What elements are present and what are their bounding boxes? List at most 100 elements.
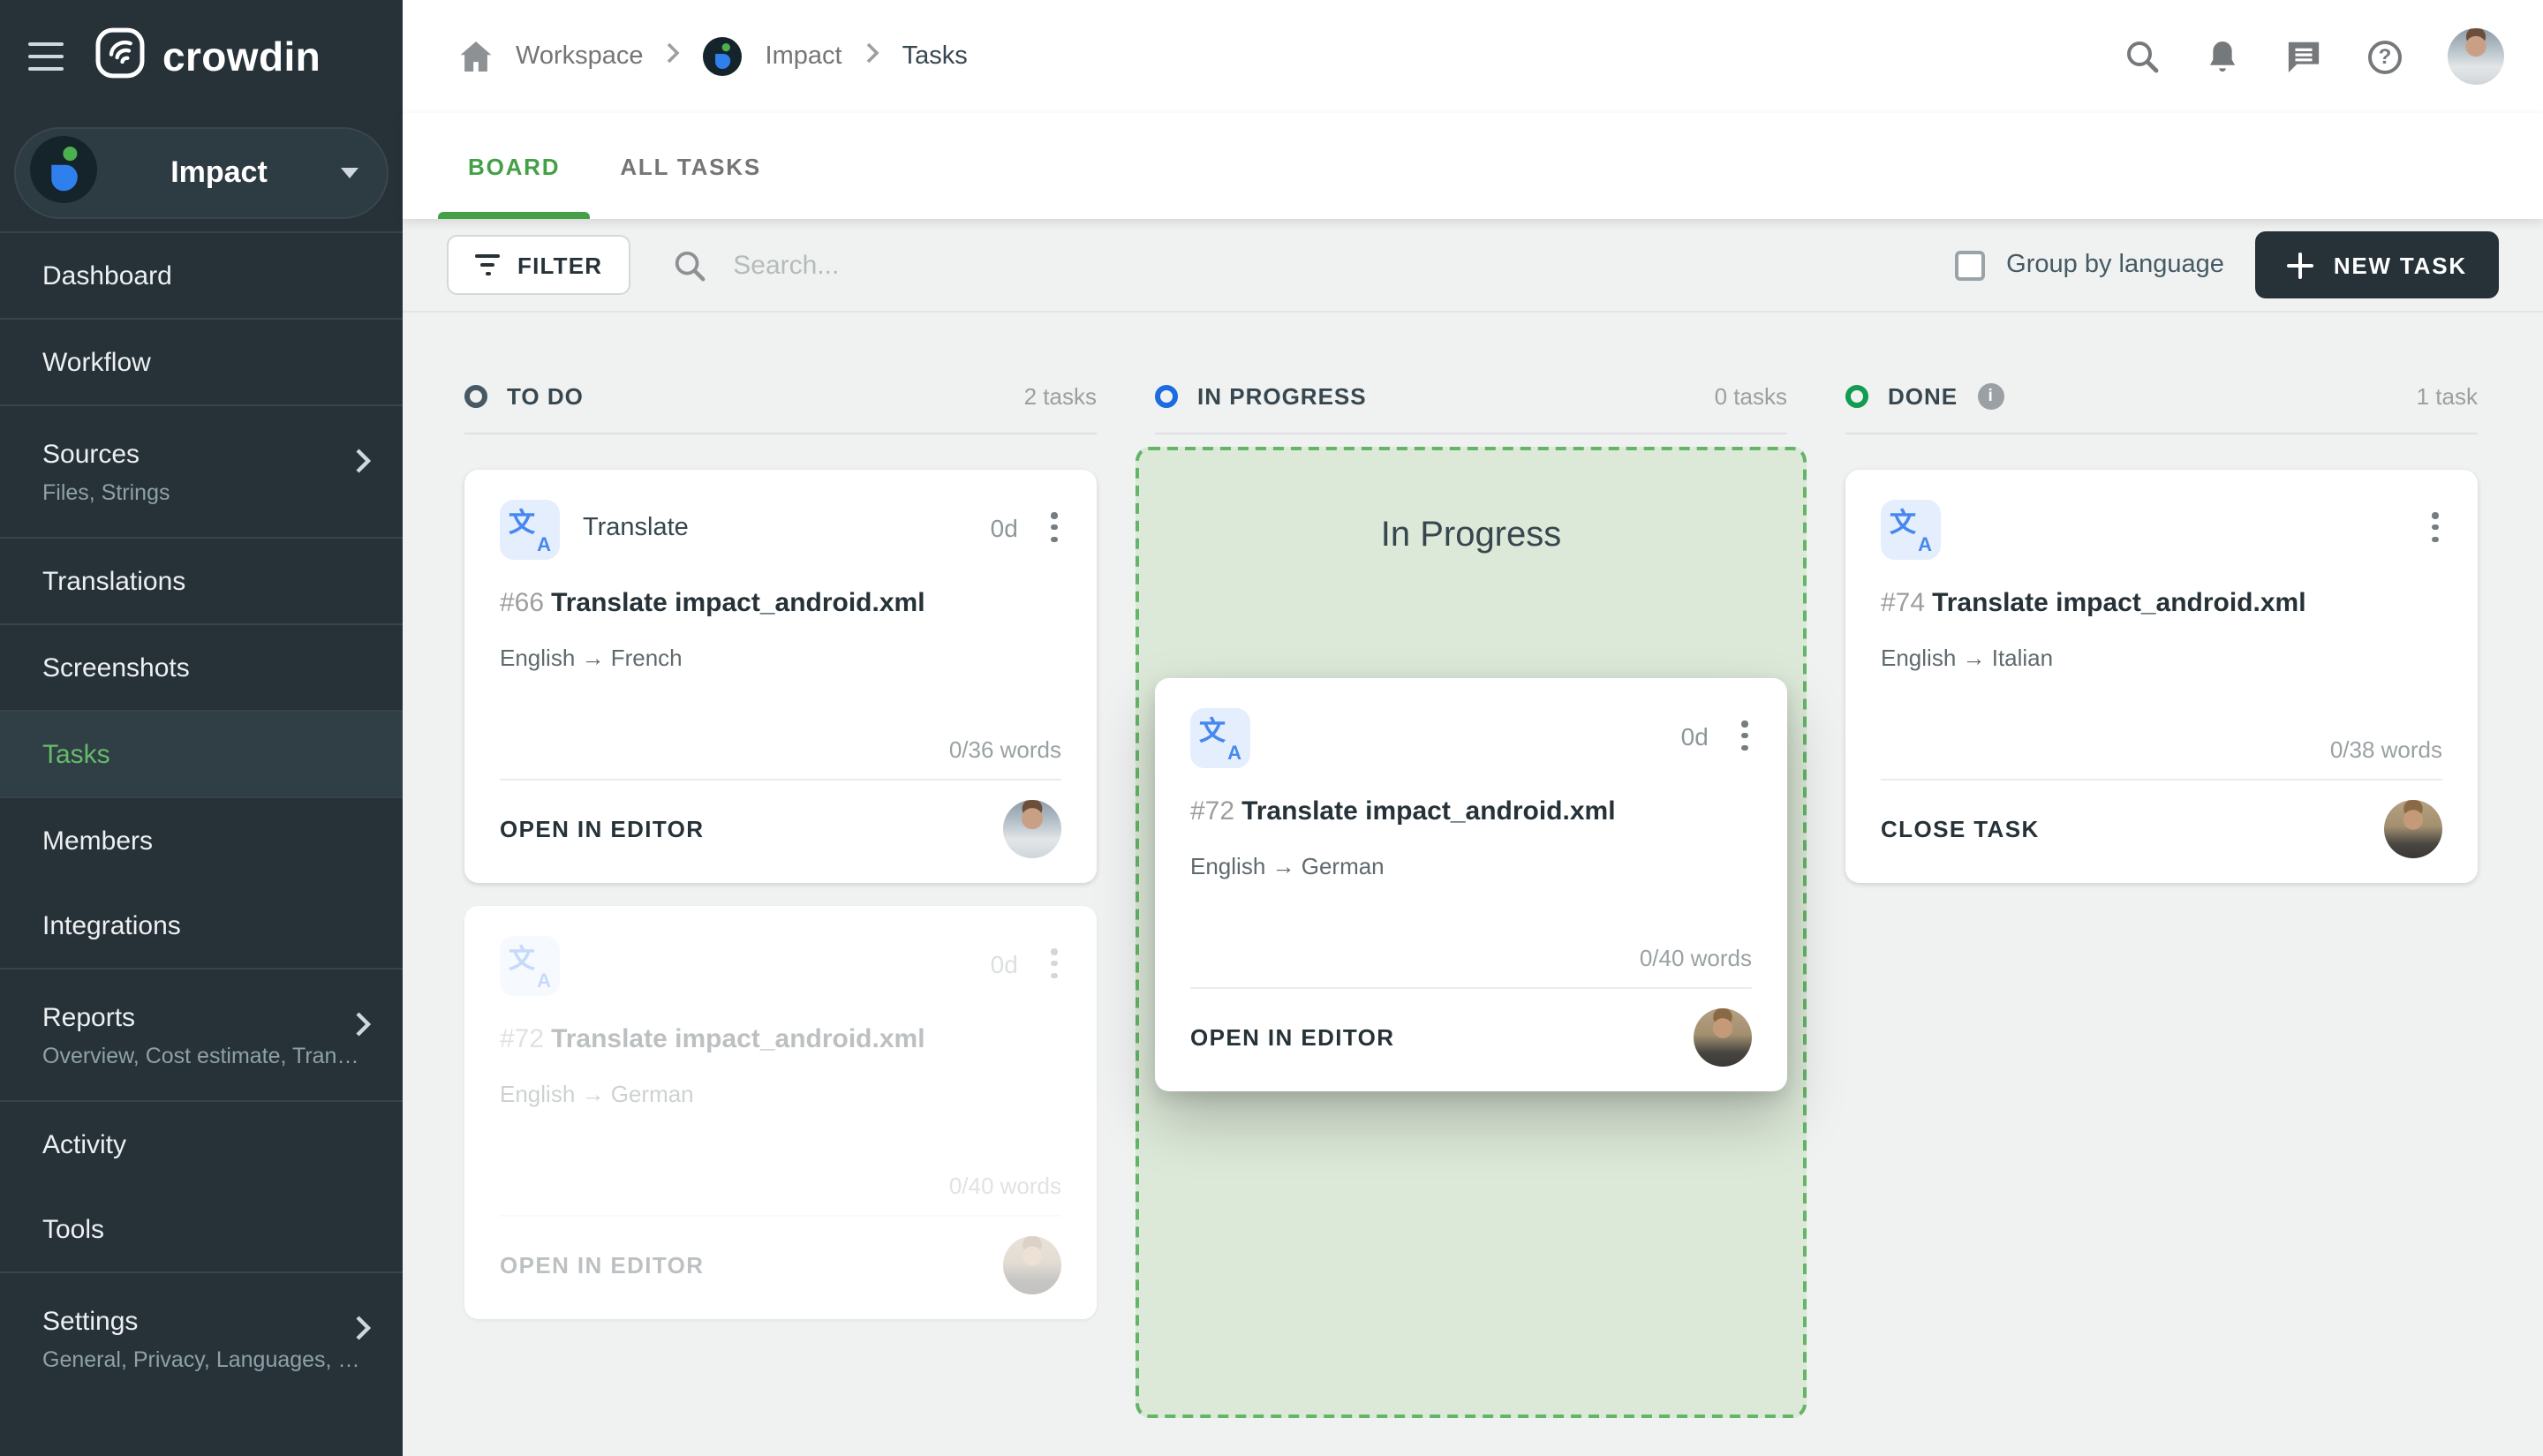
sidebar-item-reports[interactable]: Reports Overview, Cost estimate, Transl… [0, 969, 403, 1100]
group-by-label: Group by language [2006, 251, 2224, 279]
translate-task-icon: 文 A [1881, 500, 1941, 560]
task-title: #72 Translate impact_android.xml [500, 1024, 925, 1054]
breadcrumb-project-icon [703, 37, 743, 76]
sidebar-item-members[interactable]: Members [0, 798, 403, 883]
dropzone-label: In Progress [1380, 516, 1562, 554]
main-area: Workspace Impact Tasks ? BOARD ALL TASKS… [403, 0, 2543, 1456]
task-card-74[interactable]: 文 A #74 Translate impact_android.xml Engl… [1845, 470, 2478, 883]
sidebar-item-tools[interactable]: Tools [0, 1187, 403, 1271]
app-root: crowdin Impact Dashboard Workflow Source… [0, 0, 2543, 1456]
close-task-button[interactable]: CLOSE TASK [1881, 816, 2040, 842]
todo-count: 2 tasks [1023, 382, 1097, 409]
sidebar-item-screenshots[interactable]: Screenshots [0, 625, 403, 710]
breadcrumb-tasks: Tasks [902, 42, 968, 71]
translate-task-icon: 文 A [500, 500, 560, 560]
sidebar-item-translations[interactable]: Translations [0, 539, 403, 623]
in-progress-status-icon [1155, 384, 1178, 407]
task-word-count: 0/36 words [948, 736, 1061, 763]
breadcrumb-workspace[interactable]: Workspace [516, 42, 644, 71]
new-task-button[interactable]: NEW TASK [2255, 231, 2499, 298]
sidebar-item-workflow[interactable]: Workflow [0, 320, 403, 404]
toolbar: FILTER Group by language NEW TASK [403, 219, 2543, 313]
chat-icon[interactable] [2285, 39, 2322, 74]
task-card-72-ghost: 文 A 0d #72 Translate impact_android.xml E… [464, 906, 1097, 1319]
sidebar-item-integrations[interactable]: Integrations [0, 883, 403, 968]
task-languages: English → French [500, 645, 683, 671]
group-by-language: Group by language [1955, 250, 2224, 280]
search-input[interactable] [729, 248, 1472, 282]
breadcrumb-impact[interactable]: Impact [766, 42, 842, 71]
kebab-menu-icon[interactable] [1048, 509, 1061, 546]
task-card-72-dragging[interactable]: 文 A 0d #72 Translate impact_android.xml E… [1155, 678, 1787, 1091]
task-languages: English → German [1190, 853, 1385, 879]
column-in-progress-header: IN PROGRESS 0 tasks [1155, 374, 1787, 417]
column-done-header: DONE i 1 task [1845, 374, 2478, 417]
column-divider [1155, 433, 1787, 434]
project-name: Impact [170, 155, 268, 189]
open-in-editor-button[interactable]: OPEN IN EDITOR [1190, 1024, 1395, 1051]
sidebar-item-tasks[interactable]: Tasks [0, 712, 403, 796]
kebab-menu-icon [1048, 945, 1061, 982]
task-type-label: Translate [583, 514, 689, 542]
filter-button[interactable]: FILTER [447, 235, 631, 295]
translate-task-icon: 文 A [1190, 708, 1250, 768]
project-selector[interactable]: Impact [14, 127, 389, 219]
task-languages: English → German [500, 1081, 694, 1107]
user-avatar[interactable] [2448, 28, 2504, 85]
translate-task-icon: 文 A [500, 936, 560, 996]
task-card-66[interactable]: 文 A Translate 0d #66 Translate impact_and… [464, 470, 1097, 883]
open-in-editor-button: OPEN IN EDITOR [500, 1252, 705, 1279]
tab-board[interactable]: BOARD [438, 113, 591, 219]
due-badge: 0d [990, 950, 1018, 978]
chevron-right-icon [667, 42, 681, 71]
kanban-board: TO DO 2 tasks 文 A Translate 0d #66 Trans… [403, 313, 2543, 1418]
task-languages: English → Italian [1881, 645, 2054, 671]
kebab-menu-icon[interactable] [1739, 717, 1752, 754]
open-in-editor-button[interactable]: OPEN IN EDITOR [500, 816, 705, 842]
home-icon[interactable] [459, 41, 493, 72]
group-by-checkbox[interactable] [1955, 250, 1986, 280]
bell-icon[interactable] [2206, 38, 2239, 75]
project-avatar [30, 135, 97, 211]
crowdin-logo-icon [94, 26, 147, 87]
search-icon[interactable] [2124, 39, 2160, 74]
column-in-progress: IN PROGRESS 0 tasks In Progress 文 A 0d #… [1136, 374, 1807, 1418]
breadcrumb: Workspace Impact Tasks [459, 37, 968, 76]
topbar-icons: ? [2124, 28, 2504, 85]
sidebar-header: crowdin [0, 0, 403, 113]
menu-icon[interactable] [25, 38, 67, 75]
sidebar-item-activity[interactable]: Activity [0, 1102, 403, 1187]
column-divider [464, 433, 1097, 434]
task-title: #72 Translate impact_android.xml [1190, 796, 1616, 826]
search-icon [673, 248, 706, 282]
chevron-right-icon [355, 449, 372, 480]
task-title: #74 Translate impact_android.xml [1881, 588, 2306, 618]
search-box [673, 248, 1955, 282]
column-todo: TO DO 2 tasks 文 A Translate 0d #66 Trans… [464, 374, 1097, 1418]
info-icon[interactable]: i [1977, 382, 2004, 409]
topbar: Workspace Impact Tasks ? [403, 0, 2543, 113]
crowdin-logo: crowdin [94, 26, 321, 87]
assignee-avatar [2384, 800, 2442, 858]
sidebar-item-sources[interactable]: Sources Files, Strings [0, 406, 403, 537]
sidebar: crowdin Impact Dashboard Workflow Source… [0, 0, 403, 1456]
column-divider [1845, 433, 2478, 434]
done-count: 1 task [2416, 382, 2478, 409]
help-icon[interactable]: ? [2368, 40, 2402, 73]
due-badge: 0d [1680, 722, 1709, 751]
kebab-menu-icon[interactable] [2429, 509, 2442, 546]
crowdin-logo-text: crowdin [162, 33, 321, 79]
sidebar-item-settings[interactable]: Settings General, Privacy, Languages, Q… [0, 1273, 403, 1404]
tab-all-tasks[interactable]: ALL TASKS [590, 113, 791, 219]
chevron-right-icon [355, 1012, 372, 1044]
assignee-avatar [1694, 1008, 1752, 1067]
done-status-icon [1845, 384, 1868, 407]
chevron-down-icon [341, 168, 358, 187]
sidebar-item-dashboard[interactable]: Dashboard [0, 233, 403, 318]
column-done: DONE i 1 task 文 A #74 Translate impact_a… [1845, 374, 2478, 1418]
task-word-count: 0/40 words [948, 1173, 1061, 1199]
in-progress-count: 0 tasks [1714, 382, 1787, 409]
sidebar-item-reports-subtitle: Overview, Cost estimate, Transl… [42, 1043, 360, 1067]
task-title: #66 Translate impact_android.xml [500, 588, 925, 618]
assignee-avatar [1003, 800, 1061, 858]
